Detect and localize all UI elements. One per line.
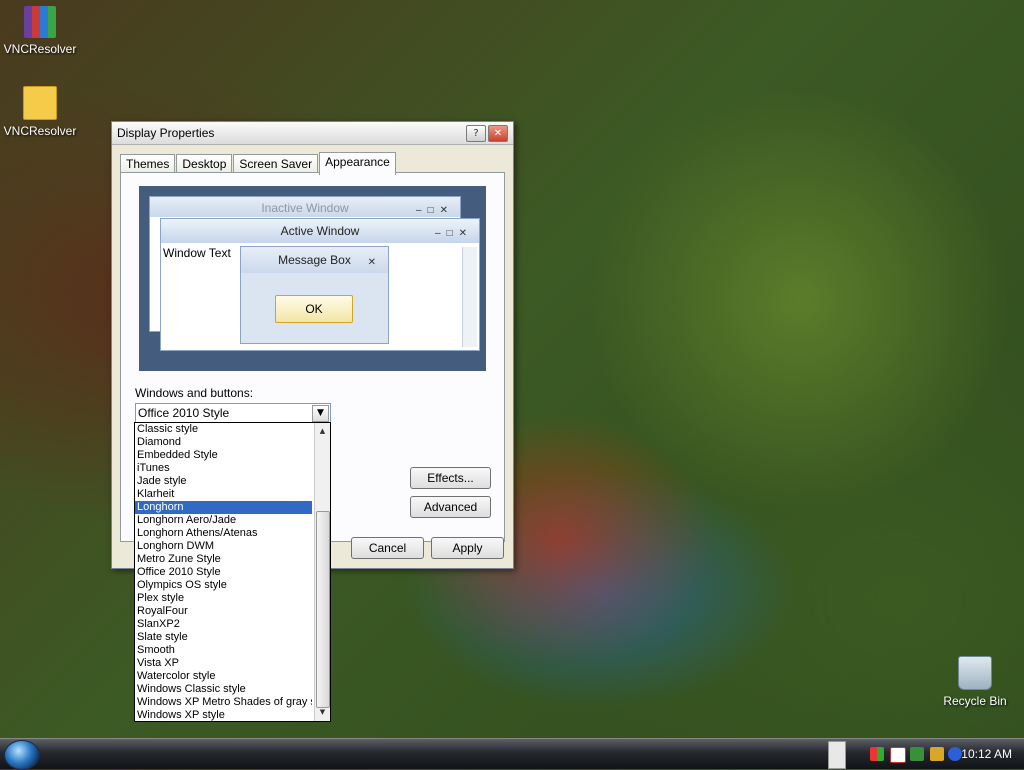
mail-tray-icon[interactable] <box>890 747 906 763</box>
help-icon: ? <box>473 128 479 139</box>
apply-button[interactable]: Apply <box>431 537 504 559</box>
desktop-icon-label: VNCResolver <box>3 42 77 56</box>
dialog-titlebar[interactable]: Display Properties ? ✕ <box>112 122 513 145</box>
active-window-titlebar: Active Window –□✕ <box>161 219 479 243</box>
desktop-icon-vncresolver-folder[interactable]: VNCResolver <box>0 86 80 138</box>
effects-button[interactable]: Effects... <box>410 467 491 489</box>
dropdown-scrollbar[interactable]: ▲ ▼ <box>314 423 330 721</box>
dropdown-item[interactable]: Longhorn DWM <box>135 540 312 553</box>
appearance-preview: Inactive Window –□✕ Active Window –□✕ Wi… <box>139 186 486 371</box>
windows-buttons-select[interactable]: Office 2010 Style ▼ <box>135 403 331 423</box>
advanced-button[interactable]: Advanced <box>410 496 491 518</box>
app-tray-icon[interactable] <box>870 747 884 761</box>
tab-themes[interactable]: Themes <box>120 154 176 174</box>
dropdown-item[interactable]: Diamond <box>135 436 312 449</box>
inactive-window-titlebar: Inactive Window –□✕ <box>150 197 460 217</box>
window-text: Window Text <box>163 246 231 260</box>
clock[interactable]: 10:12 AM <box>961 747 1012 761</box>
dropdown-item[interactable]: Longhorn Athens/Atenas <box>135 527 312 540</box>
inactive-window-title: Inactive Window <box>261 201 349 215</box>
tab-desktop[interactable]: Desktop <box>176 154 233 174</box>
desktop-icon-label: VNCResolver <box>3 124 77 138</box>
desktop-icon-vncresolver-archive[interactable]: VNCResolver <box>0 6 80 56</box>
tab-screen-saver[interactable]: Screen Saver <box>233 154 319 174</box>
dropdown-item[interactable]: Windows XP style <box>135 709 312 721</box>
eye-tray-icon[interactable] <box>948 747 962 761</box>
dropdown-item-highlighted[interactable]: Longhorn <box>135 501 312 514</box>
chevron-down-icon[interactable]: ▼ <box>312 405 329 422</box>
dropdown-item[interactable]: Jade style <box>135 475 312 488</box>
dropdown-item[interactable]: Office 2010 Style <box>135 566 312 579</box>
tab-appearance[interactable]: Appearance <box>319 152 396 175</box>
message-box-titlebar: Message Box ✕ <box>241 247 388 273</box>
scrollbar-thumb[interactable] <box>316 511 330 708</box>
desktop-icon-label: Recycle Bin <box>943 694 1007 708</box>
message-box-title: Message Box <box>278 253 351 267</box>
scroll-up-icon[interactable]: ▲ <box>316 425 329 438</box>
close-icon: ✕ <box>367 257 382 268</box>
dropdown-item[interactable]: Klarheit <box>135 488 312 501</box>
dialog-title: Display Properties <box>117 126 215 140</box>
dropdown-item[interactable]: Plex style <box>135 592 312 605</box>
close-button[interactable]: ✕ <box>488 125 508 142</box>
dropdown-item[interactable]: Slate style <box>135 631 312 644</box>
folder-icon <box>23 86 57 120</box>
active-window-title: Active Window <box>280 224 360 238</box>
dropdown-item[interactable]: Watercolor style <box>135 670 312 683</box>
close-icon: ✕ <box>493 128 503 139</box>
dropdown-item[interactable]: Embedded Style <box>135 449 312 462</box>
dropdown-item[interactable]: SlanXP2 <box>135 618 312 631</box>
tab-strip: Themes Desktop Screen Saver Appearance <box>120 152 397 175</box>
cancel-button[interactable]: Cancel <box>351 537 424 559</box>
preview-message-box: Message Box ✕ OK <box>240 246 389 344</box>
windows-buttons-label: Windows and buttons: <box>135 386 254 400</box>
network-tray-icon[interactable] <box>910 747 924 761</box>
preview-active-window: Active Window –□✕ Window Text Message Bo… <box>160 218 480 351</box>
dropdown-item[interactable]: RoyalFour <box>135 605 312 618</box>
scroll-down-icon[interactable]: ▼ <box>316 706 329 719</box>
selected-style-value: Office 2010 Style <box>138 406 230 420</box>
archive-icon <box>24 6 56 38</box>
preview-ok-button: OK <box>275 295 353 323</box>
recycle-bin-icon <box>958 656 992 690</box>
dropdown-item[interactable]: Olympics OS style <box>135 579 312 592</box>
desktop-icon-recycle-bin[interactable]: Recycle Bin <box>935 656 1015 708</box>
tool-tray-icon[interactable] <box>930 747 944 761</box>
window-controls-icon: –□✕ <box>435 228 473 239</box>
dropdown-item[interactable]: Windows Classic style <box>135 683 312 696</box>
dropdown-item[interactable]: Metro Zune Style <box>135 553 312 566</box>
start-button[interactable] <box>4 740 40 770</box>
help-button[interactable]: ? <box>466 125 486 142</box>
dropdown-item[interactable]: Classic style <box>135 423 312 436</box>
style-dropdown-list[interactable]: Classic style Diamond Embedded Style iTu… <box>134 422 331 722</box>
dropdown-item[interactable]: Vista XP <box>135 657 312 670</box>
preview-scrollbar <box>462 247 477 347</box>
dropdown-item[interactable]: Longhorn Aero/Jade <box>135 514 312 527</box>
dropdown-item[interactable]: Windows XP Metro Shades of gray st <box>135 696 312 709</box>
system-tray: 10:12 AM <box>864 739 1024 769</box>
keyboard-icon[interactable] <box>828 741 846 769</box>
taskbar: 10:12 AM <box>0 738 1024 770</box>
dropdown-items: Classic style Diamond Embedded Style iTu… <box>135 423 330 721</box>
dropdown-item[interactable]: iTunes <box>135 462 312 475</box>
dropdown-item[interactable]: Smooth <box>135 644 312 657</box>
